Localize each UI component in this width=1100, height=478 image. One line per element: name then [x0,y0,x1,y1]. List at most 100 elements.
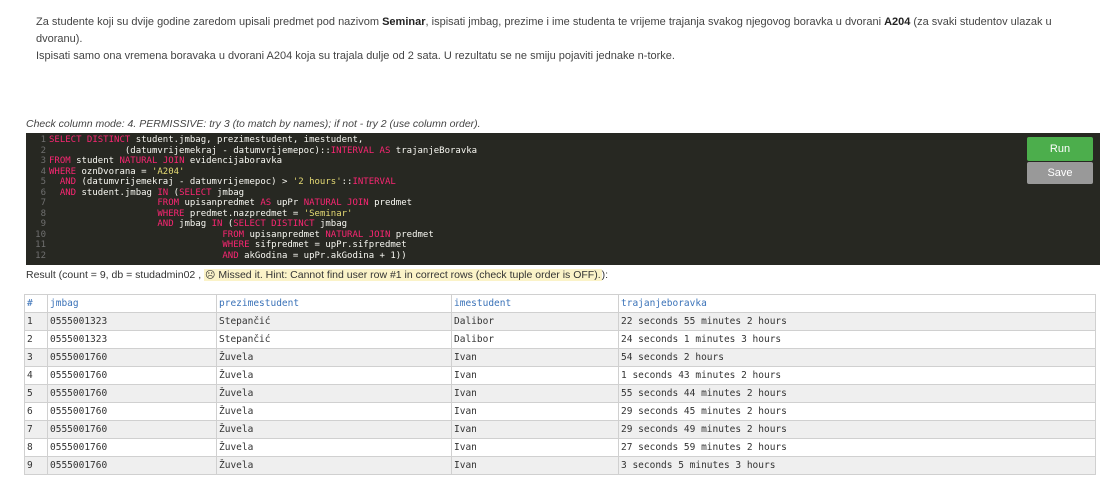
column-header[interactable]: prezimestudent [216,294,452,313]
line-number: 11 [35,240,46,250]
table-cell: Ivan [451,384,619,403]
table-cell: Žuvela [216,402,452,421]
sql-keyword: INTERVAL [352,177,396,187]
table-cell: 5 [24,384,48,403]
table-cell: 29 seconds 49 minutes 2 hours [618,420,1096,439]
table-cell: 1 seconds 43 minutes 2 hours [618,366,1096,385]
result-prefix: Result (count = 9, db = studadmin02 , [26,269,202,281]
table-cell: 55 seconds 44 minutes 2 hours [618,384,1096,403]
code-line: FROM upisanpredmet NATURAL JOIN predmet [49,230,477,241]
sql-keyword: FROM [49,156,71,166]
hint-message: ☹ Missed it. Hint: Cannot find user row … [204,269,602,281]
task-text-part: Za studente koji su dvije godine zaredom… [36,16,383,28]
sql-string: '2 hours' [292,177,342,187]
table-body: 1 0555001323 Stepančić Dalibor 22 seconds 55… [24,312,1096,475]
run-button[interactable]: Run [1027,137,1093,161]
sql-token: ( [222,219,234,229]
table-cell: 0555001760 [47,438,217,457]
code-line: AND akGodina = upPr.akGodina + 1)) [49,251,477,262]
sql-keyword: AND [49,177,77,187]
code-line: WHERE oznDvorana = 'A204' [49,167,477,178]
sql-code-editor[interactable]: 1 2 3 4 5 6 7 8 9 10 11 12 SELECT DISTINCT student.… [26,133,1100,265]
code-line: FROM upisanpredmet AS upPr NATURAL JOIN … [49,198,477,209]
sql-keyword: WHERE [49,208,185,219]
code-line: (datumvrijemekraj - datumvrijemepoc)::IN… [49,146,477,157]
line-number-gutter: 1 2 3 4 5 6 7 8 9 10 11 12 [26,135,46,261]
table-cell: Žuvela [216,438,452,457]
table-cell: 0555001323 [47,312,217,331]
sql-token: upPr [271,198,304,208]
sql-keyword: NATURAL JOIN [119,156,185,166]
line-number: 8 [40,208,46,219]
column-header[interactable]: jmbag [47,294,217,313]
sql-token: predmet [368,198,413,208]
sql-keyword: SELECT DISTINCT [233,219,315,229]
table-cell: Žuvela [216,456,452,475]
line-number: 1 [40,135,46,145]
table-cell: Žuvela [216,420,452,439]
table-cell: 6 [24,402,48,421]
line-number: 9 [40,219,46,229]
sql-keyword: WHERE [49,240,250,250]
sql-string: 'A204' [151,166,185,177]
table-row: 1 0555001323 Stepančić Dalibor 22 seconds 55… [24,312,1096,331]
task-bold-subject: Seminar [382,16,426,28]
code-line: SELECT DISTINCT student.jmbag, prezimest… [49,135,477,146]
task-description: Za studente koji su dvije godine zaredom… [36,14,1086,65]
sad-face-icon: ☹ [205,270,216,281]
sql-token: (datumvrijemekraj - datumvrijemepoc):: [49,145,331,156]
table-cell: Ivan [451,366,619,385]
sql-keyword: AS [379,145,391,156]
table-header-row: # jmbag prezimestudent imestudent trajanjebo… [24,294,1096,313]
table-cell: 0555001760 [47,366,217,385]
column-header[interactable]: trajanjeboravka [618,294,1096,313]
sql-keyword: AND [49,187,77,198]
result-suffix: ): [601,269,609,281]
column-mode-note: Check column mode: 4. PERMISSIVE: try 3 … [26,118,481,130]
line-number: 10 [35,229,46,240]
table-cell: Ivan [451,456,619,475]
sql-token: sifpredmet = upPr.sifpredmet [249,240,407,250]
sql-token: (datumvrijemekraj - datumvrijemepoc) > [76,177,293,187]
table-cell: Žuvela [216,366,452,385]
table-cell: 29 seconds 45 minutes 2 hours [618,402,1096,421]
column-header[interactable]: # [24,294,48,313]
sql-code[interactable]: SELECT DISTINCT student.jmbag, prezimest… [49,135,477,261]
table-cell: 22 seconds 55 minutes 2 hours [618,312,1096,331]
sql-keyword: IN [157,187,169,198]
table-cell: 0555001760 [47,420,217,439]
sql-token: predmet [390,229,434,240]
table-cell: 8 [24,438,48,457]
line-number: 3 [40,156,46,166]
sql-token: student.jmbag [76,187,158,198]
column-header[interactable]: imestudent [451,294,619,313]
sql-keyword: SELECT [179,187,212,198]
line-number: 2 [40,145,46,156]
sql-string: 'Seminar' [303,208,353,219]
sql-token: :: [341,177,353,187]
table-cell: Žuvela [216,348,452,367]
code-line: AND jmbag IN (SELECT DISTINCT jmbag [49,219,477,230]
save-button[interactable]: Save [1027,162,1093,184]
sql-keyword: SELECT DISTINCT [49,135,131,145]
table-cell: Dalibor [451,330,619,349]
sql-keyword: WHERE [49,166,77,177]
sql-keyword: IN [211,219,223,229]
table-cell: Ivan [451,420,619,439]
sql-token: predmet.nazpredmet = [184,208,304,219]
sql-keyword: AND [49,250,239,261]
sql-token: akGodina = upPr.akGodina + 1)) [238,250,407,261]
table-cell: 3 [24,348,48,367]
table-row: 8 0555001760 Žuvela Ivan 27 seconds 59 minut… [24,438,1096,457]
sql-token: evidencijaboravka [184,156,283,166]
table-cell: 54 seconds 2 hours [618,348,1096,367]
table-row: 2 0555001323 Stepančić Dalibor 24 seconds 1 … [24,330,1096,349]
table-row: 5 0555001760 Žuvela Ivan 55 seconds 44 minut… [24,384,1096,403]
sql-token: oznDvorana = [76,166,152,177]
task-text-part: , ispisati jmbag, prezime i ime studenta… [425,16,885,28]
table-cell: 0555001760 [47,456,217,475]
table-cell: Ivan [451,402,619,421]
task-bold-room: A204 [884,16,911,28]
hint-text: Missed it. Hint: Cannot find user row #1… [218,269,601,281]
sql-keyword: INTERVAL [330,145,375,156]
